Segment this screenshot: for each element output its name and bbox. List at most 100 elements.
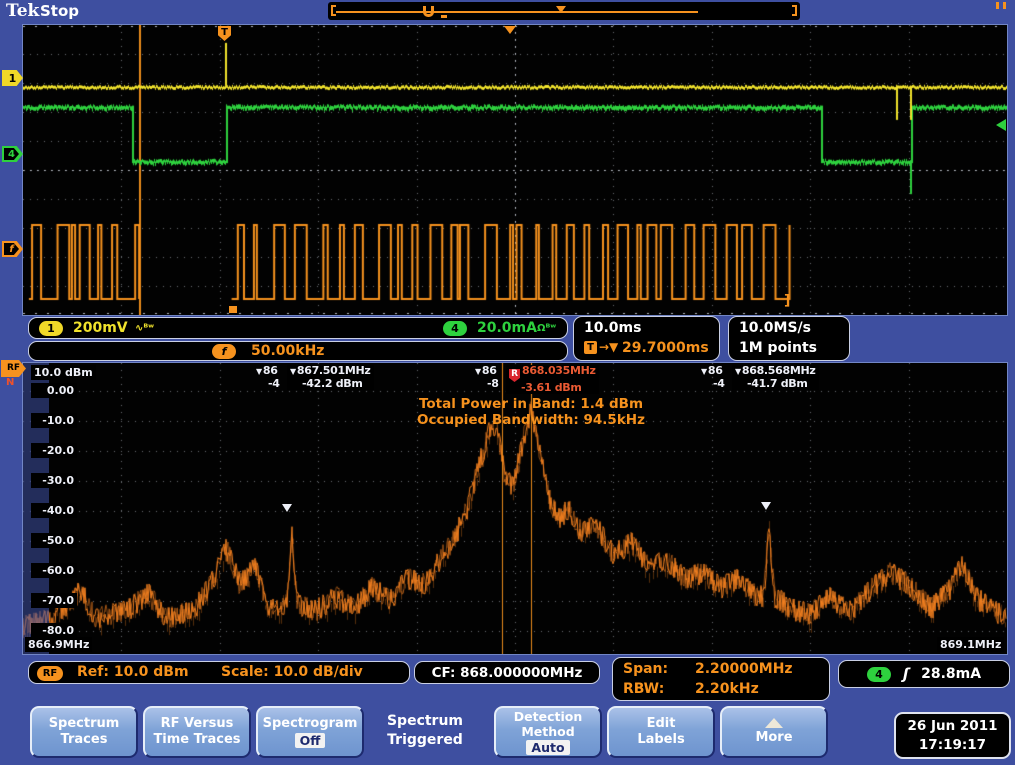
occupied-bandwidth-annotation: Occupied Bandwidth: 94.5kHz (53, 412, 1009, 428)
ch1-coupling-icons: ∿ᴮʷ (135, 323, 154, 334)
total-power-annotation: Total Power in Band: 1.4 dBm (53, 396, 1009, 412)
ch1-oval-badge: 1 (39, 321, 63, 336)
rf-f-trace-badge[interactable]: f (2, 241, 23, 257)
f-oval-badge: f (212, 344, 236, 359)
expansion-point-icon (229, 306, 237, 313)
marker-frequency: 868.568MHz (742, 364, 816, 377)
rf-normal-trace-indicator: N (6, 377, 14, 388)
oscilloscope-screen: Tek Stop T ] 1 4 f 1 200mV ∿ᴮʷ 4 20.0mA … (0, 0, 1015, 765)
trigger-marker-icon (556, 6, 566, 13)
center-frequency-readout-box: CF: 868.000000MHz (414, 661, 600, 684)
acquisition-status: Stop (40, 2, 79, 20)
peak-marker-triangle-icon (761, 502, 771, 510)
rf-trace-end-bracket-icon: ] (784, 293, 790, 309)
reference-marker-icon: R (509, 369, 520, 382)
rf-level-readout-box: RF Ref: 10.0 dBm Scale: 10.0 dB/div (28, 661, 410, 684)
spectrum-traces-button[interactable]: SpectrumTraces (30, 706, 138, 758)
header-tick-icon (1003, 2, 1006, 9)
rbw-value: 2.20kHz (695, 681, 759, 697)
y-tick-7: -70.0 (31, 593, 77, 608)
trigger-source-readout-box: 4 ʃ 28.8mA (838, 660, 1010, 688)
timebase-scale: 10.0ms (584, 320, 641, 336)
record-left-bracket-icon (331, 5, 336, 16)
center-frequency: CF: 868.000000MHz (432, 665, 583, 681)
y-tick-8: -80.0 (31, 623, 77, 638)
channel-readout-box: 1 200mV ∿ᴮʷ 4 20.0mA Ωᴮʷ (28, 317, 568, 339)
rf-f-scale: 50.00kHz (251, 343, 324, 359)
menu-title: SpectrumTriggered (360, 712, 490, 750)
trigger-position-icon (423, 6, 434, 17)
ch4-oval-badge: 4 (443, 321, 467, 336)
start-frequency-label: 866.9MHz (25, 637, 92, 652)
marker-triangle-icon: ▼ (701, 367, 707, 376)
detection-method-button[interactable]: DetectionMethodAuto (494, 706, 602, 758)
y-tick-5: -50.0 (31, 533, 77, 548)
reference-marker-readout: R868.035MHz -3.61 dBm (506, 365, 599, 394)
timebase-readout-box: 10.0ms T →▼ 29.7000ms (573, 316, 720, 361)
marker-triangle-icon: ▼ (290, 367, 296, 376)
spectrum-graticule: 10.0 dBm 0.00 -10.0 -20.0 -30.0 -40.0 -5… (22, 362, 1008, 655)
trigger-position-triangle-icon (504, 26, 516, 34)
date-label: 26 Jun 2011 (907, 717, 997, 735)
ref-level-label: 10.0 dBm (31, 365, 96, 380)
tek-logo: Tek (6, 1, 39, 21)
time-domain-graticule: T ] (22, 24, 1008, 316)
detection-method-value: Auto (526, 740, 569, 755)
channel1-badge[interactable]: 1 (2, 70, 23, 86)
spectrogram-value: Off (295, 733, 326, 748)
trigger-position-time: 29.7000ms (622, 340, 709, 356)
expansion-tick-icon (441, 15, 447, 18)
marker-level: -42.2 dBm (290, 378, 371, 390)
record-length: 1M points (739, 340, 817, 356)
ch4-scale: 20.0mA (477, 320, 537, 336)
trigger-slope-icon: ʃ (903, 665, 909, 683)
y-tick-3: -30.0 (31, 473, 77, 488)
record-view-line (336, 11, 698, 13)
header-tick-icon (996, 2, 999, 9)
span-rbw-readout-box: Span: 2.20000MHz RBW: 2.20kHz (612, 657, 830, 701)
trigger-t-icon: T (584, 341, 597, 354)
rf-ref-level: Ref: 10.0 dBm (77, 664, 189, 680)
marker-readout-occluded: ▼86 -8 (475, 365, 499, 390)
acquisition-readout-box: 10.0MS/s 1M points (728, 316, 850, 361)
marker-frequency: 867.501MHz (297, 364, 371, 377)
marker-readout-occluded: ▼86 -4 (701, 365, 725, 390)
marker-triangle-icon: ▼ (475, 367, 481, 376)
rf-f-readout-box: f 50.00kHz (28, 341, 568, 361)
span-value: 2.20000MHz (695, 661, 793, 677)
y-tick-2: -20.0 (31, 443, 77, 458)
time-label: 17:19:17 (919, 736, 986, 754)
trigger-arrow-icon: →▼ (599, 340, 618, 354)
marker-triangle-icon: ▼ (735, 367, 741, 376)
rf-scale: Scale: 10.0 dB/div (221, 664, 363, 680)
channel4-badge[interactable]: 4 (2, 146, 23, 162)
marker-level: -3.61 dBm (509, 382, 596, 394)
marker-frequency: 868.035MHz (522, 364, 596, 377)
rbw-label: RBW: (623, 681, 664, 697)
acquisition-overview-bar (328, 2, 800, 20)
peak-marker-triangle-icon (282, 504, 292, 512)
marker-level: -41.7 dBm (735, 378, 816, 390)
sample-rate: 10.0MS/s (739, 320, 811, 336)
trigger-level: 28.8mA (921, 666, 981, 682)
trigger-source-badge: 4 (867, 667, 891, 682)
trigger-level-arrow-icon (996, 119, 1006, 131)
datetime-box: 26 Jun 2011 17:19:17 (894, 712, 1011, 759)
rf-versus-time-traces-button[interactable]: RF VersusTime Traces (143, 706, 251, 758)
edit-labels-button[interactable]: EditLabels (607, 706, 715, 758)
more-button[interactable]: More (720, 706, 828, 758)
marker-readout-occluded: ▼86 -4 (256, 365, 280, 390)
spectrogram-button[interactable]: SpectrogramOff (256, 706, 364, 758)
y-tick-4: -40.0 (31, 503, 77, 518)
more-up-icon (765, 718, 783, 728)
record-right-bracket-icon (792, 5, 797, 16)
ch4-coupling-icons: Ωᴮʷ (537, 323, 556, 334)
marker-triangle-icon: ▼ (256, 367, 262, 376)
marker-readout-a: ▼867.501MHz -42.2 dBm (287, 365, 374, 390)
stop-frequency-label: 869.1MHz (937, 637, 1004, 652)
marker-readout-b: ▼868.568MHz -41.7 dBm (732, 365, 819, 390)
rf-oval-badge: RF (37, 666, 63, 681)
time-domain-traces (23, 25, 1007, 315)
ch1-scale: 200mV (73, 320, 128, 336)
span-label: Span: (623, 661, 668, 677)
